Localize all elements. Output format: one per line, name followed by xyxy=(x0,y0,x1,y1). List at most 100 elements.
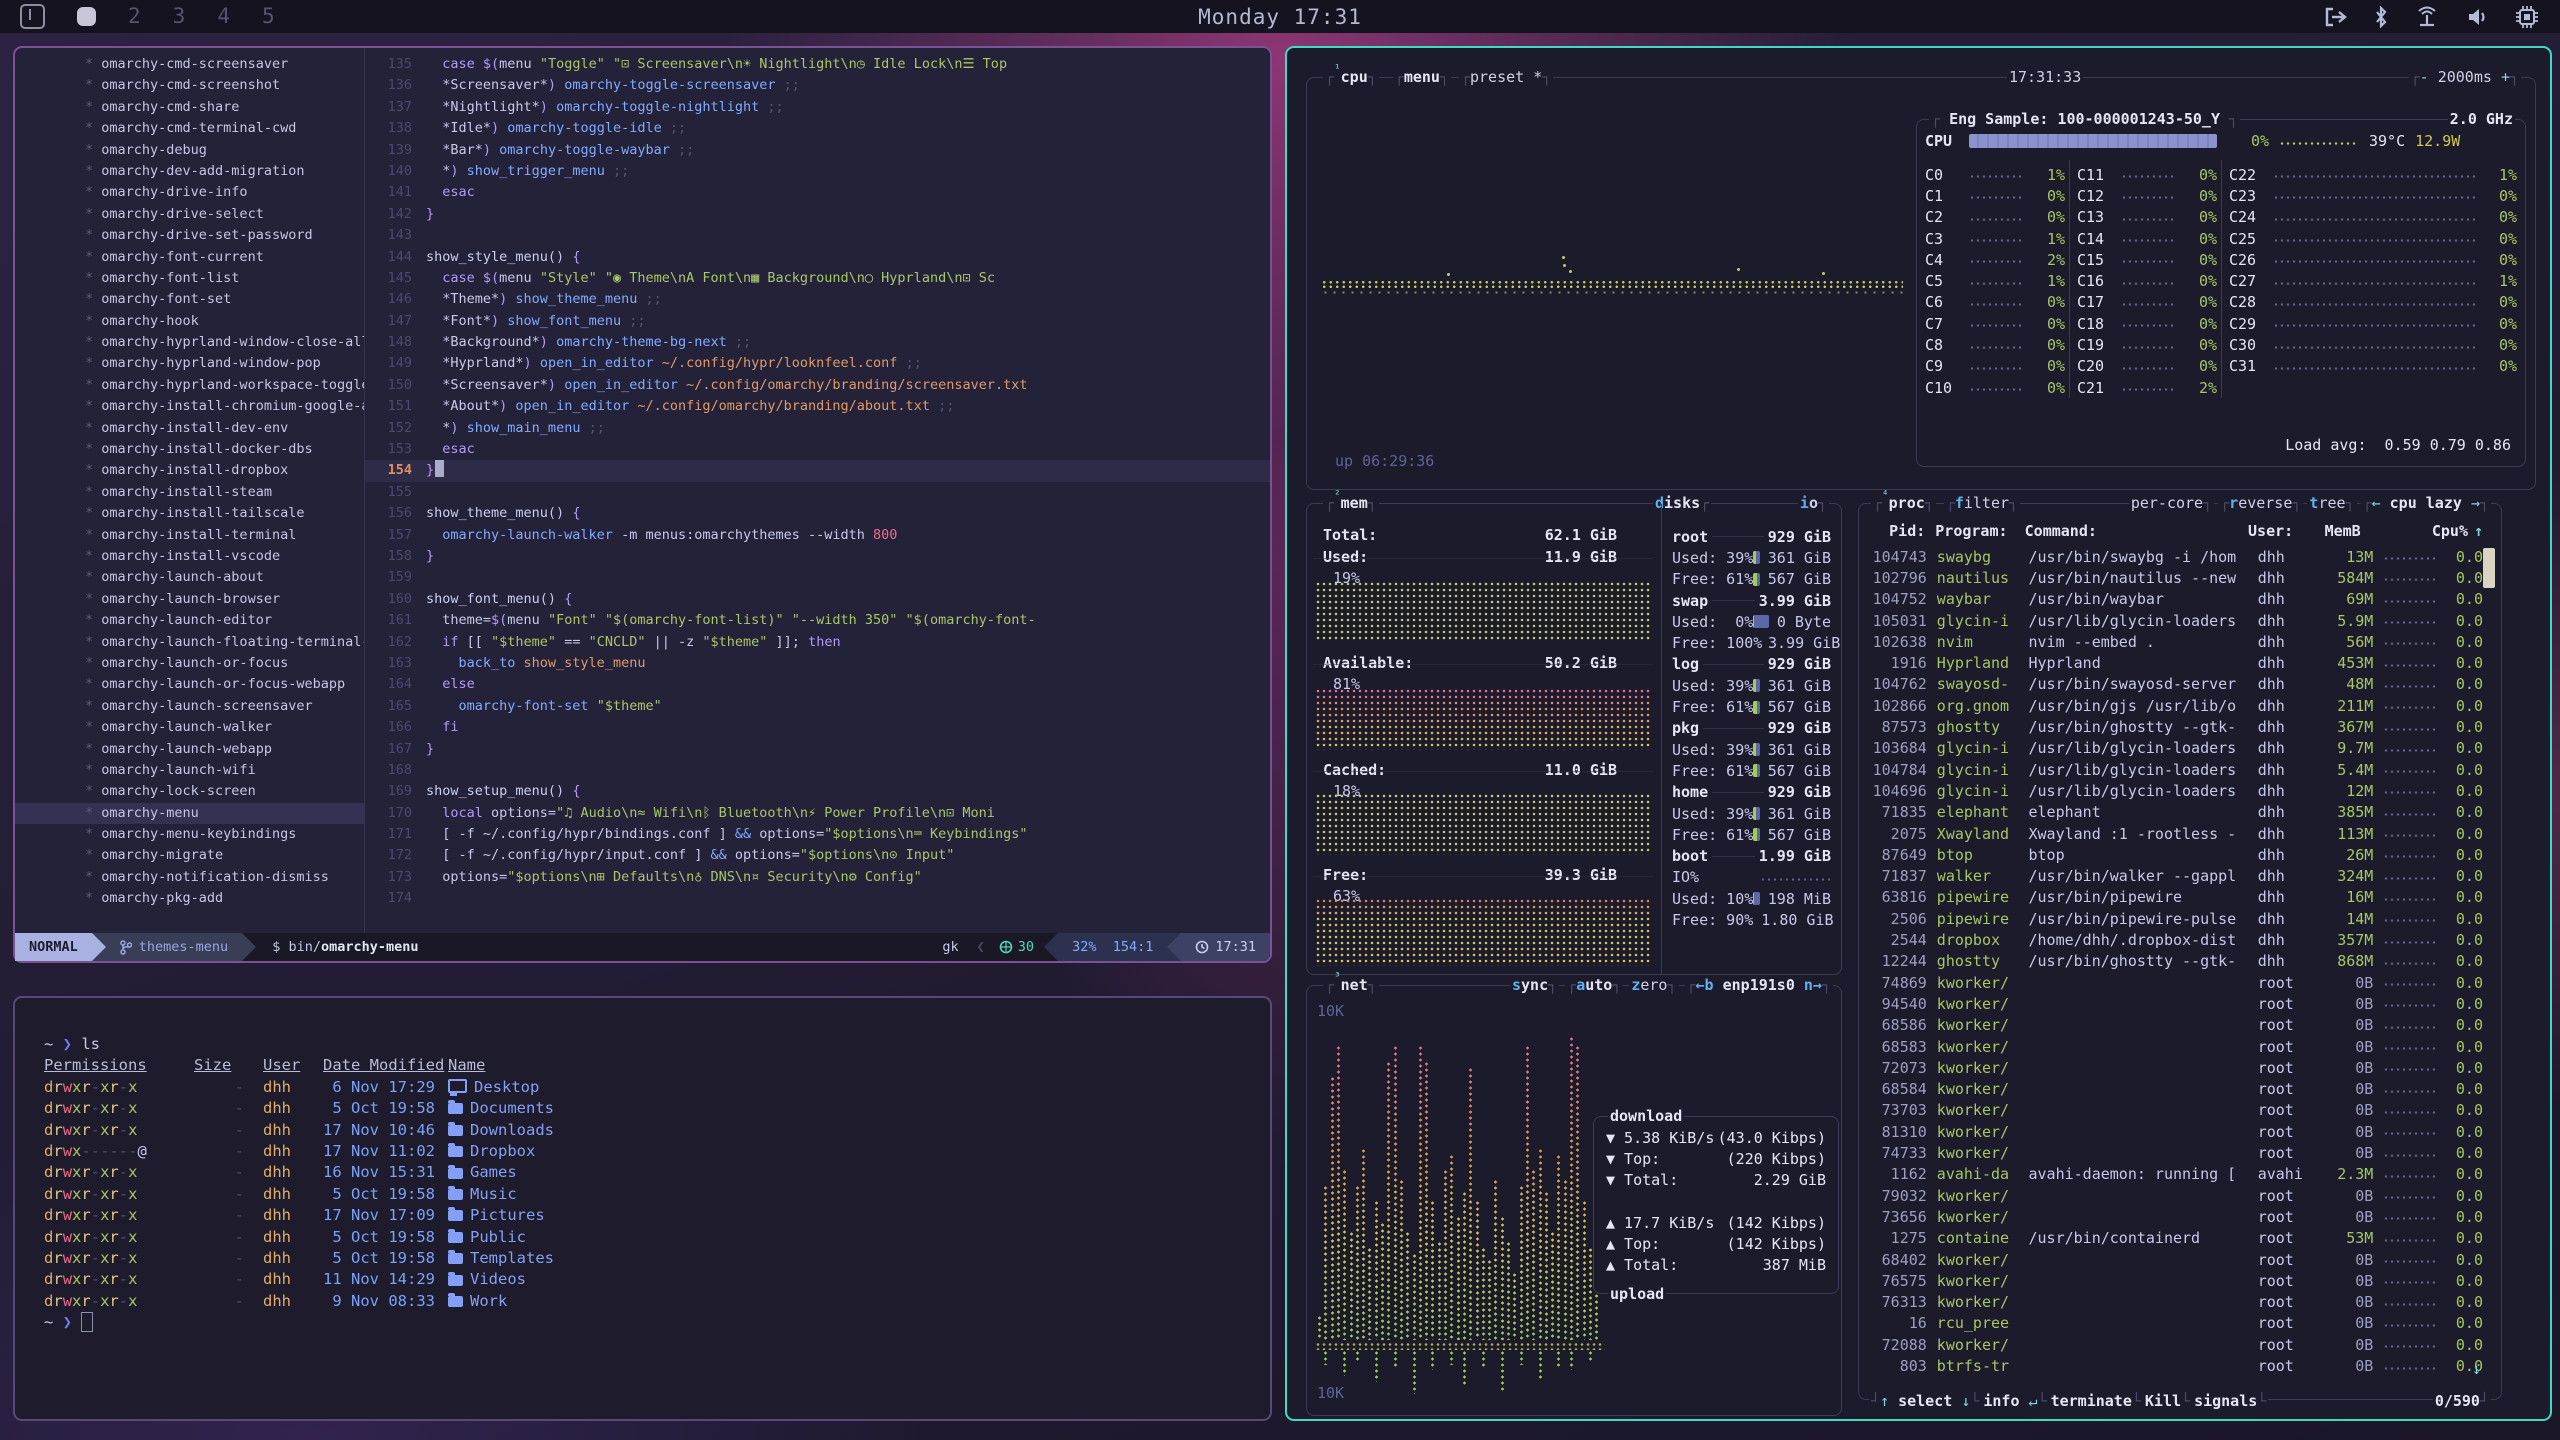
code-line[interactable]: 159 xyxy=(365,567,1270,588)
code-line[interactable]: 163 back_to show_style_menu xyxy=(365,653,1270,674)
code-line[interactable]: 154} xyxy=(365,460,1270,481)
sync-button[interactable]: sync┐ xyxy=(1510,976,1559,994)
code-line[interactable]: 153 esac xyxy=(365,439,1270,460)
process-row[interactable]: 94540kworker/root0B0.0 xyxy=(1867,993,2483,1014)
code-line[interactable]: 147 *Font*) show_font_menu ;; xyxy=(365,311,1270,332)
menu-button[interactable]: ┌menu┐ xyxy=(1393,68,1451,86)
process-row[interactable]: 71835elephantelephantdhh385M0.0 xyxy=(1867,802,2483,823)
file-list-item[interactable]: * omarchy-launch-wifi xyxy=(15,760,364,781)
proc-scrollbar-thumb[interactable] xyxy=(2483,548,2495,588)
file-list-item[interactable]: * omarchy-install-dropbox xyxy=(15,460,364,481)
file-list-item[interactable]: * omarchy-hyprland-workspace-toggle xyxy=(15,375,364,396)
file-list-item[interactable]: * omarchy-dev-add-migration xyxy=(15,161,364,182)
process-row[interactable]: 72073kworker/root0B0.0 xyxy=(1867,1057,2483,1078)
process-row[interactable]: 16rcu_preeroot0B0.0 xyxy=(1867,1313,2483,1334)
process-row[interactable]: 104784glycin-i/usr/lib/glycin-loadersdhh… xyxy=(1867,759,2483,780)
col-user[interactable]: User: xyxy=(2248,522,2314,543)
file-list-item[interactable]: * omarchy-launch-browser xyxy=(15,589,364,610)
process-row[interactable]: 76313kworker/root0B0.0 xyxy=(1867,1292,2483,1313)
sort-direction-icon[interactable]: ↑ xyxy=(2474,522,2483,543)
code-line[interactable]: 144show_style_menu() { xyxy=(365,247,1270,268)
process-row[interactable]: 104762swayosd-/usr/bin/swayosd-serverdhh… xyxy=(1867,674,2483,695)
reverse-button[interactable]: ┌reverse┐ xyxy=(2218,494,2303,512)
code-line[interactable]: 170 local options="♫ Audio\n≈ Wifi\nᛒ Bl… xyxy=(365,803,1270,824)
code-line[interactable]: 143 xyxy=(365,225,1270,246)
code-line[interactable]: 169show_setup_menu() { xyxy=(365,781,1270,802)
code-line[interactable]: 145 case $(menu "Style" "◉ Theme\nA Font… xyxy=(365,268,1270,289)
process-row[interactable]: 803btrfs-trroot0B0.0 xyxy=(1867,1355,2483,1376)
file-list-item[interactable]: * omarchy-launch-floating-terminal- xyxy=(15,632,364,653)
filter-button[interactable]: ┌filter┐ xyxy=(1944,494,2020,512)
col-program[interactable]: Program: xyxy=(1935,522,2024,543)
code-line[interactable]: 141 esac xyxy=(365,182,1270,203)
cpu-icon[interactable] xyxy=(2516,6,2538,28)
select-up-icon[interactable]: ↑ xyxy=(1880,1392,1889,1410)
file-list-item[interactable]: * omarchy-font-list xyxy=(15,268,364,289)
process-row[interactable]: 1275containe/usr/bin/containerdroot53M0.… xyxy=(1867,1228,2483,1249)
process-row[interactable]: 87649btopbtopdhh26M0.0 xyxy=(1867,844,2483,865)
bluetooth-icon[interactable] xyxy=(2374,6,2388,28)
col-mem[interactable]: MemB xyxy=(2314,522,2361,543)
process-row[interactable]: 74869kworker/root0B0.0 xyxy=(1867,972,2483,993)
file-list-item[interactable]: * omarchy-launch-editor xyxy=(15,610,364,631)
col-pid[interactable]: Pid: xyxy=(1867,522,1925,543)
process-row[interactable]: 72088kworker/root0B0.0 xyxy=(1867,1334,2483,1355)
code-line[interactable]: 156show_theme_menu() { xyxy=(365,503,1270,524)
process-row[interactable]: 71837walker/usr/bin/walker --gappldhh324… xyxy=(1867,866,2483,887)
code-line[interactable]: 150 *Screensaver*) open_in_editor ~/.con… xyxy=(365,375,1270,396)
code-line[interactable]: 148 *Background*) omarchy-theme-bg-next … xyxy=(365,332,1270,353)
net-box-label[interactable]: ┌³net┐ xyxy=(1323,976,1379,994)
neovim-window[interactable]: * omarchy-cmd-screensaver * omarchy-cmd-s… xyxy=(13,46,1272,963)
code-line[interactable]: 172 [ -f ~/.config/hypr/input.conf ] && … xyxy=(365,845,1270,866)
code-line[interactable]: 140 *) show_trigger_menu ;; xyxy=(365,161,1270,182)
interval-minus-button[interactable]: - xyxy=(2420,68,2429,86)
process-row[interactable]: 2075XwaylandXwayland :1 -rootless -dhh11… xyxy=(1867,823,2483,844)
file-list-item[interactable]: * omarchy-install-steam xyxy=(15,482,364,503)
tree-button[interactable]: tree┐ xyxy=(2307,494,2356,512)
volume-icon[interactable] xyxy=(2466,6,2490,28)
interval-plus-button[interactable]: + xyxy=(2501,68,2510,86)
code-line[interactable]: 171 [ -f ~/.config/hypr/bindings.conf ] … xyxy=(365,824,1270,845)
code-line[interactable]: 157 omarchy-launch-walker -m menus:omarc… xyxy=(365,525,1270,546)
process-row[interactable]: 102796nautilus/usr/bin/nautilus --newdhh… xyxy=(1867,567,2483,588)
code-line[interactable]: 166 fi xyxy=(365,717,1270,738)
process-row[interactable]: 103684glycin-i/usr/lib/glycin-loadersdhh… xyxy=(1867,738,2483,759)
file-list-item[interactable]: * omarchy-install-docker-dbs xyxy=(15,439,364,460)
zero-button[interactable]: zero┐ xyxy=(1629,976,1678,994)
file-list-item[interactable]: * omarchy-install-dev-env xyxy=(15,418,364,439)
process-row[interactable]: 73703kworker/root0B0.0 xyxy=(1867,1100,2483,1121)
file-list-item[interactable]: * omarchy-drive-set-password xyxy=(15,225,364,246)
code-line[interactable]: 168 xyxy=(365,760,1270,781)
code-line[interactable]: 135 case $(menu "Toggle" "⊡ Screensaver\… xyxy=(365,54,1270,75)
sort-selector[interactable]: ┌← cpu lazy →┐ xyxy=(2361,494,2491,512)
code-line[interactable]: 146 *Theme*) show_theme_menu ;; xyxy=(365,289,1270,310)
kill-button[interactable]: Kill└ xyxy=(2143,1392,2192,1410)
code-line[interactable]: 174 xyxy=(365,888,1270,909)
file-list-item[interactable]: * omarchy-menu xyxy=(15,803,364,824)
code-line[interactable]: 162 if [[ "$theme" == "CNCLD" || -z "$th… xyxy=(365,632,1270,653)
select-down-icon[interactable]: ↓ xyxy=(1961,1392,1970,1410)
col-cpu[interactable]: Cpu% xyxy=(2427,522,2468,543)
file-list-item[interactable]: * omarchy-cmd-share xyxy=(15,97,364,118)
process-row[interactable]: 105031glycin-i/usr/lib/glycin-loadersdhh… xyxy=(1867,610,2483,631)
file-list-item[interactable]: * omarchy-cmd-screensaver xyxy=(15,54,364,75)
code-line[interactable]: 142} xyxy=(365,204,1270,225)
interface-switcher[interactable]: ┌←b enp191s0 n→┐ xyxy=(1685,976,1834,994)
code-line[interactable]: 167} xyxy=(365,739,1270,760)
code-line[interactable]: 161 theme=$(menu "Font" "$(omarchy-font-… xyxy=(365,610,1270,631)
process-row[interactable]: 81310kworker/root0B0.0 xyxy=(1867,1121,2483,1142)
file-list-item[interactable]: * omarchy-launch-or-focus-webapp xyxy=(15,674,364,695)
file-list-item[interactable]: * omarchy-launch-about xyxy=(15,567,364,588)
code-line[interactable]: 155 xyxy=(365,482,1270,503)
cpu-box-label[interactable]: ┌¹cpu┐ xyxy=(1323,68,1379,86)
scroll-down-icon[interactable]: ↓ xyxy=(2472,1360,2481,1378)
code-line[interactable]: 139 *Bar*) omarchy-toggle-waybar ;; xyxy=(365,140,1270,161)
file-list-item[interactable]: * omarchy-install-vscode xyxy=(15,546,364,567)
process-row[interactable]: 68583kworker/root0B0.0 xyxy=(1867,1036,2483,1057)
code-line[interactable]: 173 options="$options\n⊞ Defaults\n♁ DNS… xyxy=(365,867,1270,888)
code-line[interactable]: 137 *Nightlight*) omarchy-toggle-nightli… xyxy=(365,97,1270,118)
terminal-window[interactable]: ~ ❯ lsPermissionsSizeUserDate ModifiedNa… xyxy=(13,996,1272,1421)
proc-box-label[interactable]: ┌⁴proc┐ ┌filter┐ xyxy=(1871,494,2020,512)
file-list-item[interactable]: * omarchy-drive-info xyxy=(15,182,364,203)
process-row[interactable]: 104752waybar/usr/bin/waybardhh69M0.0 xyxy=(1867,589,2483,610)
